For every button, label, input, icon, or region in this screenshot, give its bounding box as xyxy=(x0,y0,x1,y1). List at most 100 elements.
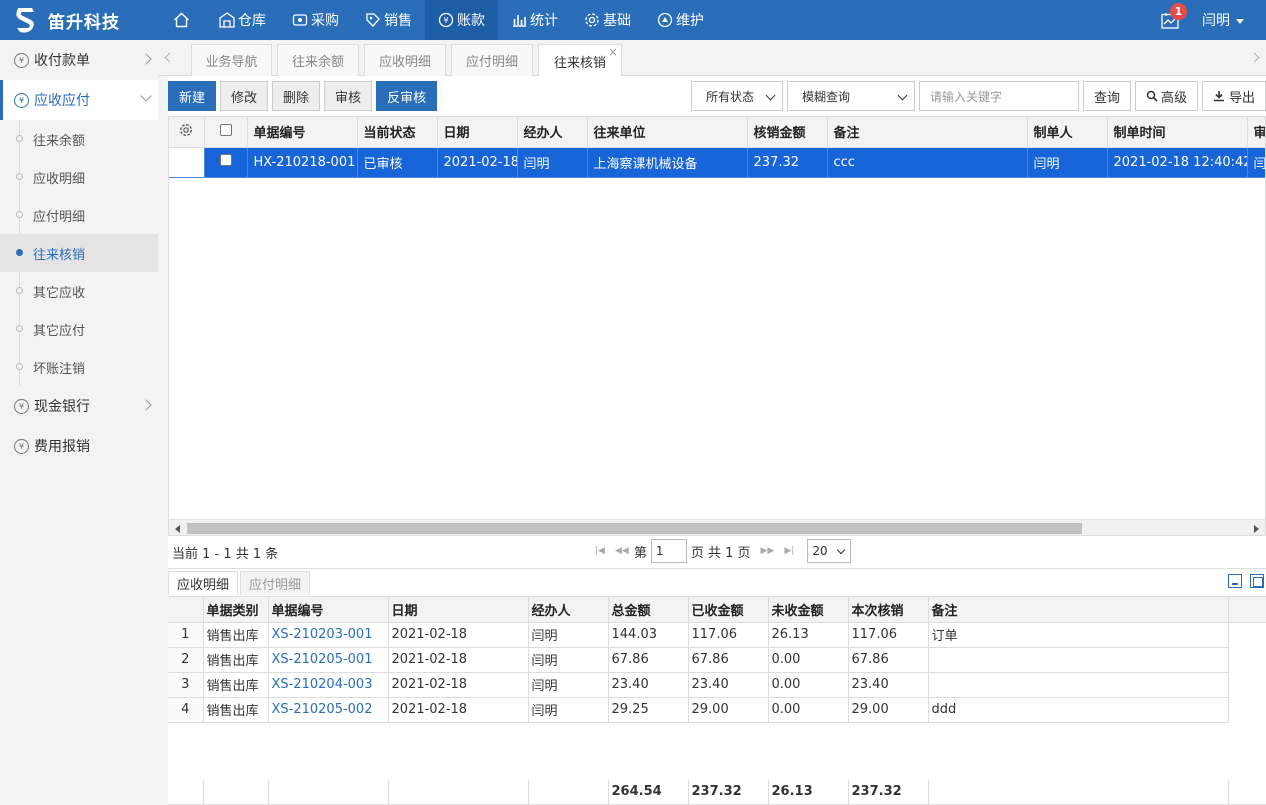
tab-label: 往来核销 xyxy=(553,55,606,71)
export-button[interactable]: 导出 xyxy=(1201,81,1266,111)
nav-purchase[interactable]: 采购 xyxy=(279,0,352,40)
close-icon[interactable]: × xyxy=(608,45,618,59)
sidebar-group-payments[interactable]: ¥ 收付款单 xyxy=(0,40,158,80)
column-header[interactable]: 审 xyxy=(1247,117,1265,148)
minimize-icon[interactable] xyxy=(1228,574,1242,588)
totals-row: 264.54 237.32 26.13 237.32 xyxy=(168,780,1266,805)
nav-label: 统计 xyxy=(530,13,558,29)
sidebar-item-bad-debt[interactable]: 坏账注销 xyxy=(0,348,158,386)
table-row[interactable]: 1 HX-210218-001 已审核 2021-02-18 闫明 上海察课机械… xyxy=(169,147,1265,178)
column-header[interactable]: 日期 xyxy=(388,597,529,623)
sidebar-item-payable-detail[interactable]: 应付明细 xyxy=(0,196,158,234)
tabs-scroll-left-icon[interactable] xyxy=(164,52,175,63)
column-header[interactable]: 往来单位 xyxy=(587,117,748,148)
tab-navigation[interactable]: 业务导航 xyxy=(191,44,272,76)
advanced-label: 高级 xyxy=(1160,90,1187,106)
sidebar-group-expenses[interactable]: ¥ 费用报销 xyxy=(0,426,158,466)
nav-sales[interactable]: 销售 xyxy=(352,0,425,40)
scroll-left-icon[interactable] xyxy=(175,525,180,533)
tab-receivable-detail[interactable]: 应收明细 xyxy=(364,44,446,76)
column-header[interactable]: 经办人 xyxy=(517,117,588,148)
table-row[interactable]: 2 销售出库 XS-210205-001 2021-02-18 闫明 67.86… xyxy=(168,647,1266,673)
sidebar-item-other-payable[interactable]: 其它应付 xyxy=(0,310,158,348)
notification-button[interactable]: 1 xyxy=(1150,0,1190,40)
audit-button[interactable]: 审核 xyxy=(324,81,373,111)
dot-icon xyxy=(16,173,23,180)
column-header[interactable]: 核销金额 xyxy=(747,117,828,148)
tab-balance[interactable]: 往来余额 xyxy=(277,44,359,76)
status-select[interactable]: 所有状态 xyxy=(690,81,783,111)
column-header[interactable]: 单据编号 xyxy=(247,117,358,148)
cell-unreceived: 0.00 xyxy=(768,647,849,673)
column-header[interactable]: 单据类别 xyxy=(203,597,269,623)
sidebar-group-cash-bank[interactable]: ¥ 现金银行 xyxy=(0,386,158,426)
column-header[interactable]: 已收金额 xyxy=(688,597,769,623)
column-header[interactable]: 经办人 xyxy=(528,597,609,623)
chevron-down-icon xyxy=(897,90,908,101)
scrollbar-thumb[interactable] xyxy=(187,523,1082,534)
column-header[interactable]: 日期 xyxy=(437,117,518,148)
nav-home[interactable] xyxy=(160,0,206,40)
horizontal-scrollbar[interactable] xyxy=(169,519,1265,535)
sidebar-item-writeoff[interactable]: 往来核销 xyxy=(0,234,158,272)
row-checkbox[interactable] xyxy=(204,147,248,178)
nav-maintenance[interactable]: 维护 xyxy=(644,0,717,40)
mode-select[interactable]: 模糊查询 xyxy=(786,81,915,111)
cell-type: 销售出库 xyxy=(203,647,269,673)
tab-receivable[interactable]: 应收明细 xyxy=(168,571,239,595)
column-header[interactable]: 单据编号 xyxy=(268,597,389,623)
tabs-scroll-right-icon[interactable] xyxy=(1249,52,1260,63)
tab-writeoff[interactable]: 往来核销 × xyxy=(538,44,622,77)
column-settings[interactable] xyxy=(169,117,205,148)
nav-warehouse[interactable]: 仓库 xyxy=(206,0,279,40)
tab-label: 应付明细 xyxy=(465,55,518,70)
cell-code-link[interactable]: XS-210205-001 xyxy=(268,647,389,673)
cell-unreceived: 0.00 xyxy=(768,697,849,723)
page-suffix: 页 共 1 页 xyxy=(690,545,751,561)
sidebar-item-receivable-detail[interactable]: 应收明细 xyxy=(0,158,158,196)
page-input[interactable]: 1 xyxy=(650,539,687,563)
maximize-icon[interactable] xyxy=(1250,574,1264,588)
column-header[interactable]: 未收金额 xyxy=(768,597,849,623)
query-button[interactable]: 查询 xyxy=(1082,81,1131,111)
column-header[interactable]: 备注 xyxy=(928,597,1229,623)
nav-accounts[interactable]: ¥ 账款 xyxy=(425,0,498,40)
tab-label: 往来余额 xyxy=(291,55,344,70)
advanced-button[interactable]: 高级 xyxy=(1134,81,1198,111)
delete-button[interactable]: 删除 xyxy=(272,81,321,111)
column-header[interactable]: 当前状态 xyxy=(357,117,438,148)
tab-payable[interactable]: 应付明细 xyxy=(240,571,311,595)
table-row[interactable]: 4 销售出库 XS-210205-002 2021-02-18 闫明 29.25… xyxy=(168,697,1266,723)
cell-code-link[interactable]: XS-210204-003 xyxy=(268,672,389,698)
edit-button[interactable]: 修改 xyxy=(220,81,269,111)
prev-page-icon[interactable]: ◀◀ xyxy=(615,546,629,556)
scroll-right-icon[interactable] xyxy=(1254,525,1259,533)
sidebar-item-balance[interactable]: 往来余额 xyxy=(0,120,158,158)
sidebar-group-receivables[interactable]: ¥ 应收应付 xyxy=(0,80,158,120)
keyword-input[interactable]: 请输入关键字 xyxy=(918,81,1079,111)
column-header[interactable]: 备注 xyxy=(827,117,1028,148)
chevron-down-icon xyxy=(837,545,846,555)
table-row[interactable]: 1 销售出库 XS-210203-001 2021-02-18 闫明 144.0… xyxy=(168,622,1266,648)
nav-basics[interactable]: 基础 xyxy=(571,0,644,40)
unaudit-button[interactable]: 反审核 xyxy=(376,81,438,111)
cell-code-link[interactable]: XS-210205-002 xyxy=(268,697,389,723)
last-page-icon[interactable]: ▶| xyxy=(784,546,794,556)
column-header[interactable]: 总金额 xyxy=(608,597,689,623)
cell-total: 144.03 xyxy=(608,622,689,648)
cell-code-link[interactable]: XS-210203-001 xyxy=(268,622,389,648)
sidebar-item-other-receivable[interactable]: 其它应收 xyxy=(0,272,158,310)
select-all-checkbox[interactable] xyxy=(204,117,248,148)
column-header[interactable]: 制单时间 xyxy=(1107,117,1248,148)
column-header[interactable]: 制单人 xyxy=(1027,117,1108,148)
page-size-select[interactable]: 20 xyxy=(807,539,852,563)
next-page-icon[interactable]: ▶▶ xyxy=(761,546,775,556)
sidebar-group-label: 收付款单 xyxy=(34,53,90,69)
first-page-icon[interactable]: |◀ xyxy=(595,546,605,556)
table-row[interactable]: 3 销售出库 XS-210204-003 2021-02-18 闫明 23.40… xyxy=(168,672,1266,698)
user-menu[interactable]: 闫明 xyxy=(1202,10,1266,30)
tab-payable-detail[interactable]: 应付明细 xyxy=(451,44,533,76)
new-button[interactable]: 新建 xyxy=(168,81,217,111)
column-header[interactable]: 本次核销 xyxy=(848,597,929,623)
nav-statistics[interactable]: 统计 xyxy=(498,0,571,40)
